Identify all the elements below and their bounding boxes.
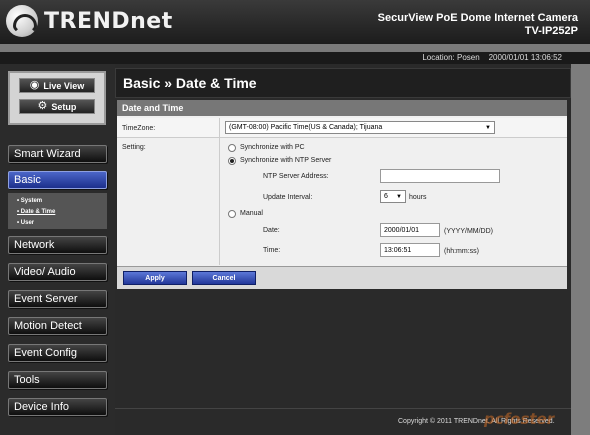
sidebar-item-device-info[interactable]: Device Info [8, 398, 107, 416]
sync-ntp-radio[interactable] [228, 157, 236, 165]
sidebar-item-label: Device Info [14, 401, 70, 413]
live-view-button[interactable]: ◉ Live View [19, 78, 95, 93]
right-edge [571, 64, 590, 435]
sidebar-item-label: Basic [14, 174, 41, 186]
update-interval-label: Update Interval: [263, 194, 313, 201]
chevron-down-icon: ▼ [485, 125, 491, 131]
date-format: (YYYY/MM/DD) [444, 228, 493, 235]
ntp-server-label: NTP Server Address: [263, 173, 329, 180]
date-time-panel: Date and Time TimeZone: (GMT-08:00) Paci… [117, 100, 567, 266]
sidebar-item-label: Tools [14, 374, 40, 386]
sidebar-item-tools[interactable]: Tools [8, 371, 107, 389]
apply-button[interactable]: Apply [123, 271, 187, 285]
manual-label: Manual [240, 210, 263, 217]
sidebar-item-event-config[interactable]: Event Config [8, 344, 107, 362]
sync-pc-radio[interactable] [228, 144, 236, 152]
setting-label: Setting: [122, 144, 146, 151]
time-format: (hh:mm:ss) [444, 248, 479, 255]
update-interval-select[interactable]: 6 ▼ [380, 190, 406, 203]
eye-icon: ◉ [29, 79, 40, 91]
live-view-label: Live View [43, 80, 85, 91]
submenu-date-time[interactable]: • Date & Time [17, 207, 107, 218]
header-divider [0, 44, 590, 52]
location-status: Location: Posen 2000/01/01 13:06:52 [422, 53, 562, 62]
trendnet-logo-icon [6, 5, 38, 37]
sidebar-item-label: Event Config [14, 347, 77, 359]
sidebar-item-event-server[interactable]: Event Server [8, 290, 107, 308]
page-title-bar: Basic » Date & Time [115, 68, 571, 98]
footer-divider [115, 408, 571, 409]
sidebar-item-basic[interactable]: Basic [8, 171, 107, 189]
product-name: SecurView PoE Dome Internet Camera [377, 12, 578, 24]
sync-ntp-label: Synchronize with NTP Server [240, 157, 332, 164]
setup-button[interactable]: ⚙ Setup [19, 99, 95, 114]
header-bar: TRENDnet SecurView PoE Dome Internet Cam… [0, 0, 590, 44]
timezone-label: TimeZone: [122, 125, 156, 132]
product-model: TV-IP252P [524, 25, 578, 37]
status-datetime: 2000/01/01 13:06:52 [488, 53, 562, 62]
gear-icon: ⚙ [37, 100, 48, 112]
timezone-select[interactable]: (GMT-08:00) Pacific Time(US & Canada); T… [225, 121, 495, 134]
date-label: Date: [263, 227, 280, 234]
sidebar-item-video-audio[interactable]: Video/ Audio [8, 263, 107, 281]
update-interval-value: 6 [384, 193, 388, 200]
settings-block: Setting: Synchronize with PC Synchronize… [117, 139, 567, 265]
submenu-user[interactable]: • User [17, 218, 107, 229]
view-mode-box: ◉ Live View ⚙ Setup [8, 71, 106, 125]
product-info: SecurView PoE Dome Internet Camera TV-IP… [378, 12, 578, 38]
submenu-system[interactable]: • System [17, 196, 107, 207]
status-bar: Location: Posen 2000/01/01 13:06:52 [0, 52, 590, 64]
time-input[interactable]: 13:06:51 [380, 243, 440, 257]
action-bar: Apply Cancel [117, 266, 567, 289]
sidebar-item-label: Smart Wizard [14, 148, 81, 160]
cancel-button[interactable]: Cancel [192, 271, 256, 285]
location-value: Posen [457, 53, 480, 62]
sidebar-item-smart-wizard[interactable]: Smart Wizard [8, 145, 107, 163]
page-title: Basic » Date & Time [123, 75, 257, 91]
timezone-row: TimeZone: (GMT-08:00) Pacific Time(US & … [117, 118, 567, 138]
manual-radio[interactable] [228, 210, 236, 218]
sidebar-item-label: Network [14, 239, 55, 251]
basic-submenu: • System • Date & Time • User [8, 193, 107, 229]
sidebar-item-network[interactable]: Network [8, 236, 107, 254]
time-label: Time: [263, 247, 281, 254]
interval-unit: hours [409, 194, 427, 201]
sidebar-item-motion-detect[interactable]: Motion Detect [8, 317, 107, 335]
sidebar-item-label: Video/ Audio [14, 266, 76, 278]
ntp-server-input[interactable] [380, 169, 500, 183]
watermark: pcfoster [484, 410, 555, 428]
sidebar-item-label: Event Server [14, 293, 78, 305]
section-header: Date and Time [117, 100, 567, 116]
logo-text: TRENDnet [44, 8, 173, 34]
location-label: Location: [422, 53, 455, 62]
chevron-down-icon: ▼ [396, 194, 402, 200]
sync-pc-label: Synchronize with PC [240, 144, 305, 151]
sidebar-item-label: Motion Detect [14, 320, 82, 332]
timezone-value: (GMT-08:00) Pacific Time(US & Canada); T… [229, 124, 383, 131]
date-input[interactable]: 2000/01/01 [380, 223, 440, 237]
trendnet-logo: TRENDnet [6, 5, 173, 37]
setup-label: Setup [51, 101, 77, 112]
